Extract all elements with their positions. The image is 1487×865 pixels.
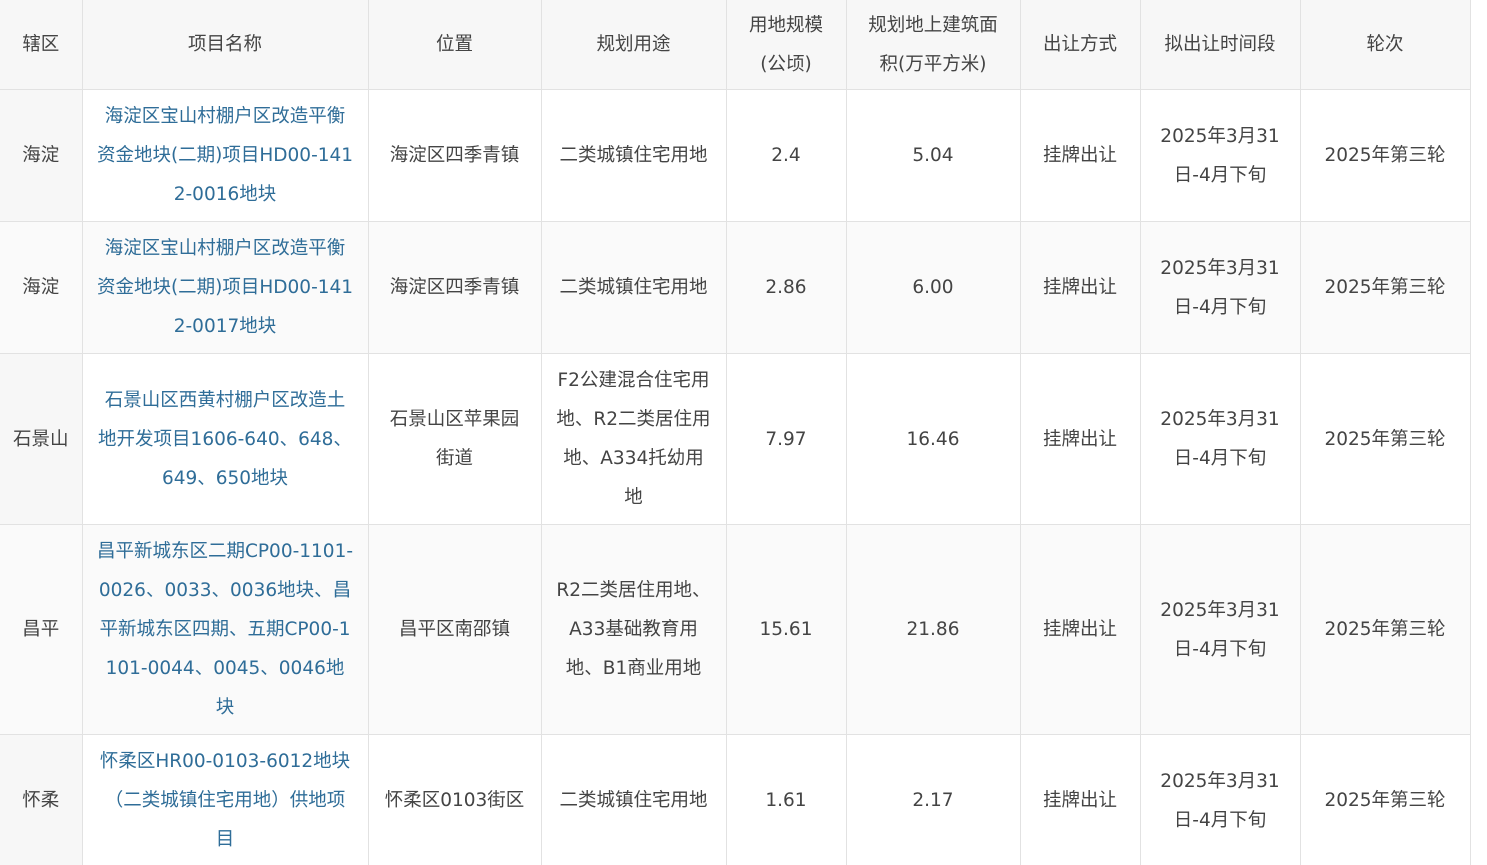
cell-district: 石景山 <box>0 353 83 525</box>
cell-use: 二类城镇住宅用地 <box>541 89 727 222</box>
cell-round: 2025年第三轮 <box>1300 353 1471 525</box>
cell-project-link[interactable]: 海淀区宝山村棚户区改造平衡资金地块(二期)项目HD00-1412-0017地块 <box>82 221 369 354</box>
cell-period: 2025年3月31日-4月下旬 <box>1140 524 1301 735</box>
cell-period: 2025年3月31日-4月下旬 <box>1140 353 1301 525</box>
cell-period: 2025年3月31日-4月下旬 <box>1140 221 1301 354</box>
cell-floor-area: 21.86 <box>846 524 1021 735</box>
cell-round: 2025年第三轮 <box>1300 524 1471 735</box>
cell-method: 挂牌出让 <box>1020 524 1141 735</box>
table-row: 昌平 昌平新城东区二期CP00-1101-0026、0033、0036地块、昌平… <box>0 524 1471 735</box>
cell-use: 二类城镇住宅用地 <box>541 734 727 865</box>
cell-period: 2025年3月31日-4月下旬 <box>1140 734 1301 865</box>
cell-project-link[interactable]: 海淀区宝山村棚户区改造平衡资金地块(二期)项目HD00-1412-0016地块 <box>82 89 369 222</box>
cell-location: 海淀区四季青镇 <box>368 89 542 222</box>
cell-method: 挂牌出让 <box>1020 734 1141 865</box>
cell-district: 怀柔 <box>0 734 83 865</box>
header-district: 辖区 <box>0 0 83 90</box>
cell-district: 昌平 <box>0 524 83 735</box>
table-row: 海淀 海淀区宝山村棚户区改造平衡资金地块(二期)项目HD00-1412-0017… <box>0 221 1471 354</box>
cell-round: 2025年第三轮 <box>1300 221 1471 354</box>
table-row: 海淀 海淀区宝山村棚户区改造平衡资金地块(二期)项目HD00-1412-0016… <box>0 89 1471 222</box>
table-row: 石景山 石景山区西黄村棚户区改造土地开发项目1606-640、648、649、6… <box>0 353 1471 525</box>
cell-location: 石景山区苹果园街道 <box>368 353 542 525</box>
cell-project-link[interactable]: 昌平新城东区二期CP00-1101-0026、0033、0036地块、昌平新城东… <box>82 524 369 735</box>
cell-floor-area: 2.17 <box>846 734 1021 865</box>
cell-floor-area: 5.04 <box>846 89 1021 222</box>
header-location: 位置 <box>368 0 542 90</box>
cell-project-link[interactable]: 石景山区西黄村棚户区改造土地开发项目1606-640、648、649、650地块 <box>82 353 369 525</box>
cell-area: 2.4 <box>726 89 847 222</box>
table-body: 海淀 海淀区宝山村棚户区改造平衡资金地块(二期)项目HD00-1412-0016… <box>0 89 1471 865</box>
cell-area: 7.97 <box>726 353 847 525</box>
header-project: 项目名称 <box>82 0 369 90</box>
header-area: 用地规模(公顷) <box>726 0 847 90</box>
cell-project-link[interactable]: 怀柔区HR00-0103-6012地块（二类城镇住宅用地）供地项目 <box>82 734 369 865</box>
header-row: 辖区 项目名称 位置 规划用途 用地规模(公顷) 规划地上建筑面积(万平方米) … <box>0 0 1471 90</box>
cell-location: 昌平区南邵镇 <box>368 524 542 735</box>
header-round: 轮次 <box>1300 0 1471 90</box>
cell-period: 2025年3月31日-4月下旬 <box>1140 89 1301 222</box>
header-floor-area: 规划地上建筑面积(万平方米) <box>846 0 1021 90</box>
cell-area: 15.61 <box>726 524 847 735</box>
header-use: 规划用途 <box>541 0 727 90</box>
cell-method: 挂牌出让 <box>1020 221 1141 354</box>
cell-district: 海淀 <box>0 221 83 354</box>
cell-location: 怀柔区0103街区 <box>368 734 542 865</box>
cell-round: 2025年第三轮 <box>1300 89 1471 222</box>
cell-method: 挂牌出让 <box>1020 353 1141 525</box>
cell-area: 2.86 <box>726 221 847 354</box>
header-method: 出让方式 <box>1020 0 1141 90</box>
table-row: 怀柔 怀柔区HR00-0103-6012地块（二类城镇住宅用地）供地项目 怀柔区… <box>0 734 1471 865</box>
land-supply-page: 辖区 项目名称 位置 规划用途 用地规模(公顷) 规划地上建筑面积(万平方米) … <box>0 0 1487 865</box>
cell-location: 海淀区四季青镇 <box>368 221 542 354</box>
cell-district: 海淀 <box>0 89 83 222</box>
cell-method: 挂牌出让 <box>1020 89 1141 222</box>
cell-floor-area: 6.00 <box>846 221 1021 354</box>
cell-round: 2025年第三轮 <box>1300 734 1471 865</box>
cell-use: 二类城镇住宅用地 <box>541 221 727 354</box>
land-parcel-table: 辖区 项目名称 位置 规划用途 用地规模(公顷) 规划地上建筑面积(万平方米) … <box>0 0 1471 865</box>
cell-floor-area: 16.46 <box>846 353 1021 525</box>
header-period: 拟出让时间段 <box>1140 0 1301 90</box>
table-header: 辖区 项目名称 位置 规划用途 用地规模(公顷) 规划地上建筑面积(万平方米) … <box>0 0 1471 90</box>
cell-use: R2二类居住用地、A33基础教育用地、B1商业用地 <box>541 524 727 735</box>
cell-use: F2公建混合住宅用地、R2二类居住用地、A334托幼用地 <box>541 353 727 525</box>
cell-area: 1.61 <box>726 734 847 865</box>
